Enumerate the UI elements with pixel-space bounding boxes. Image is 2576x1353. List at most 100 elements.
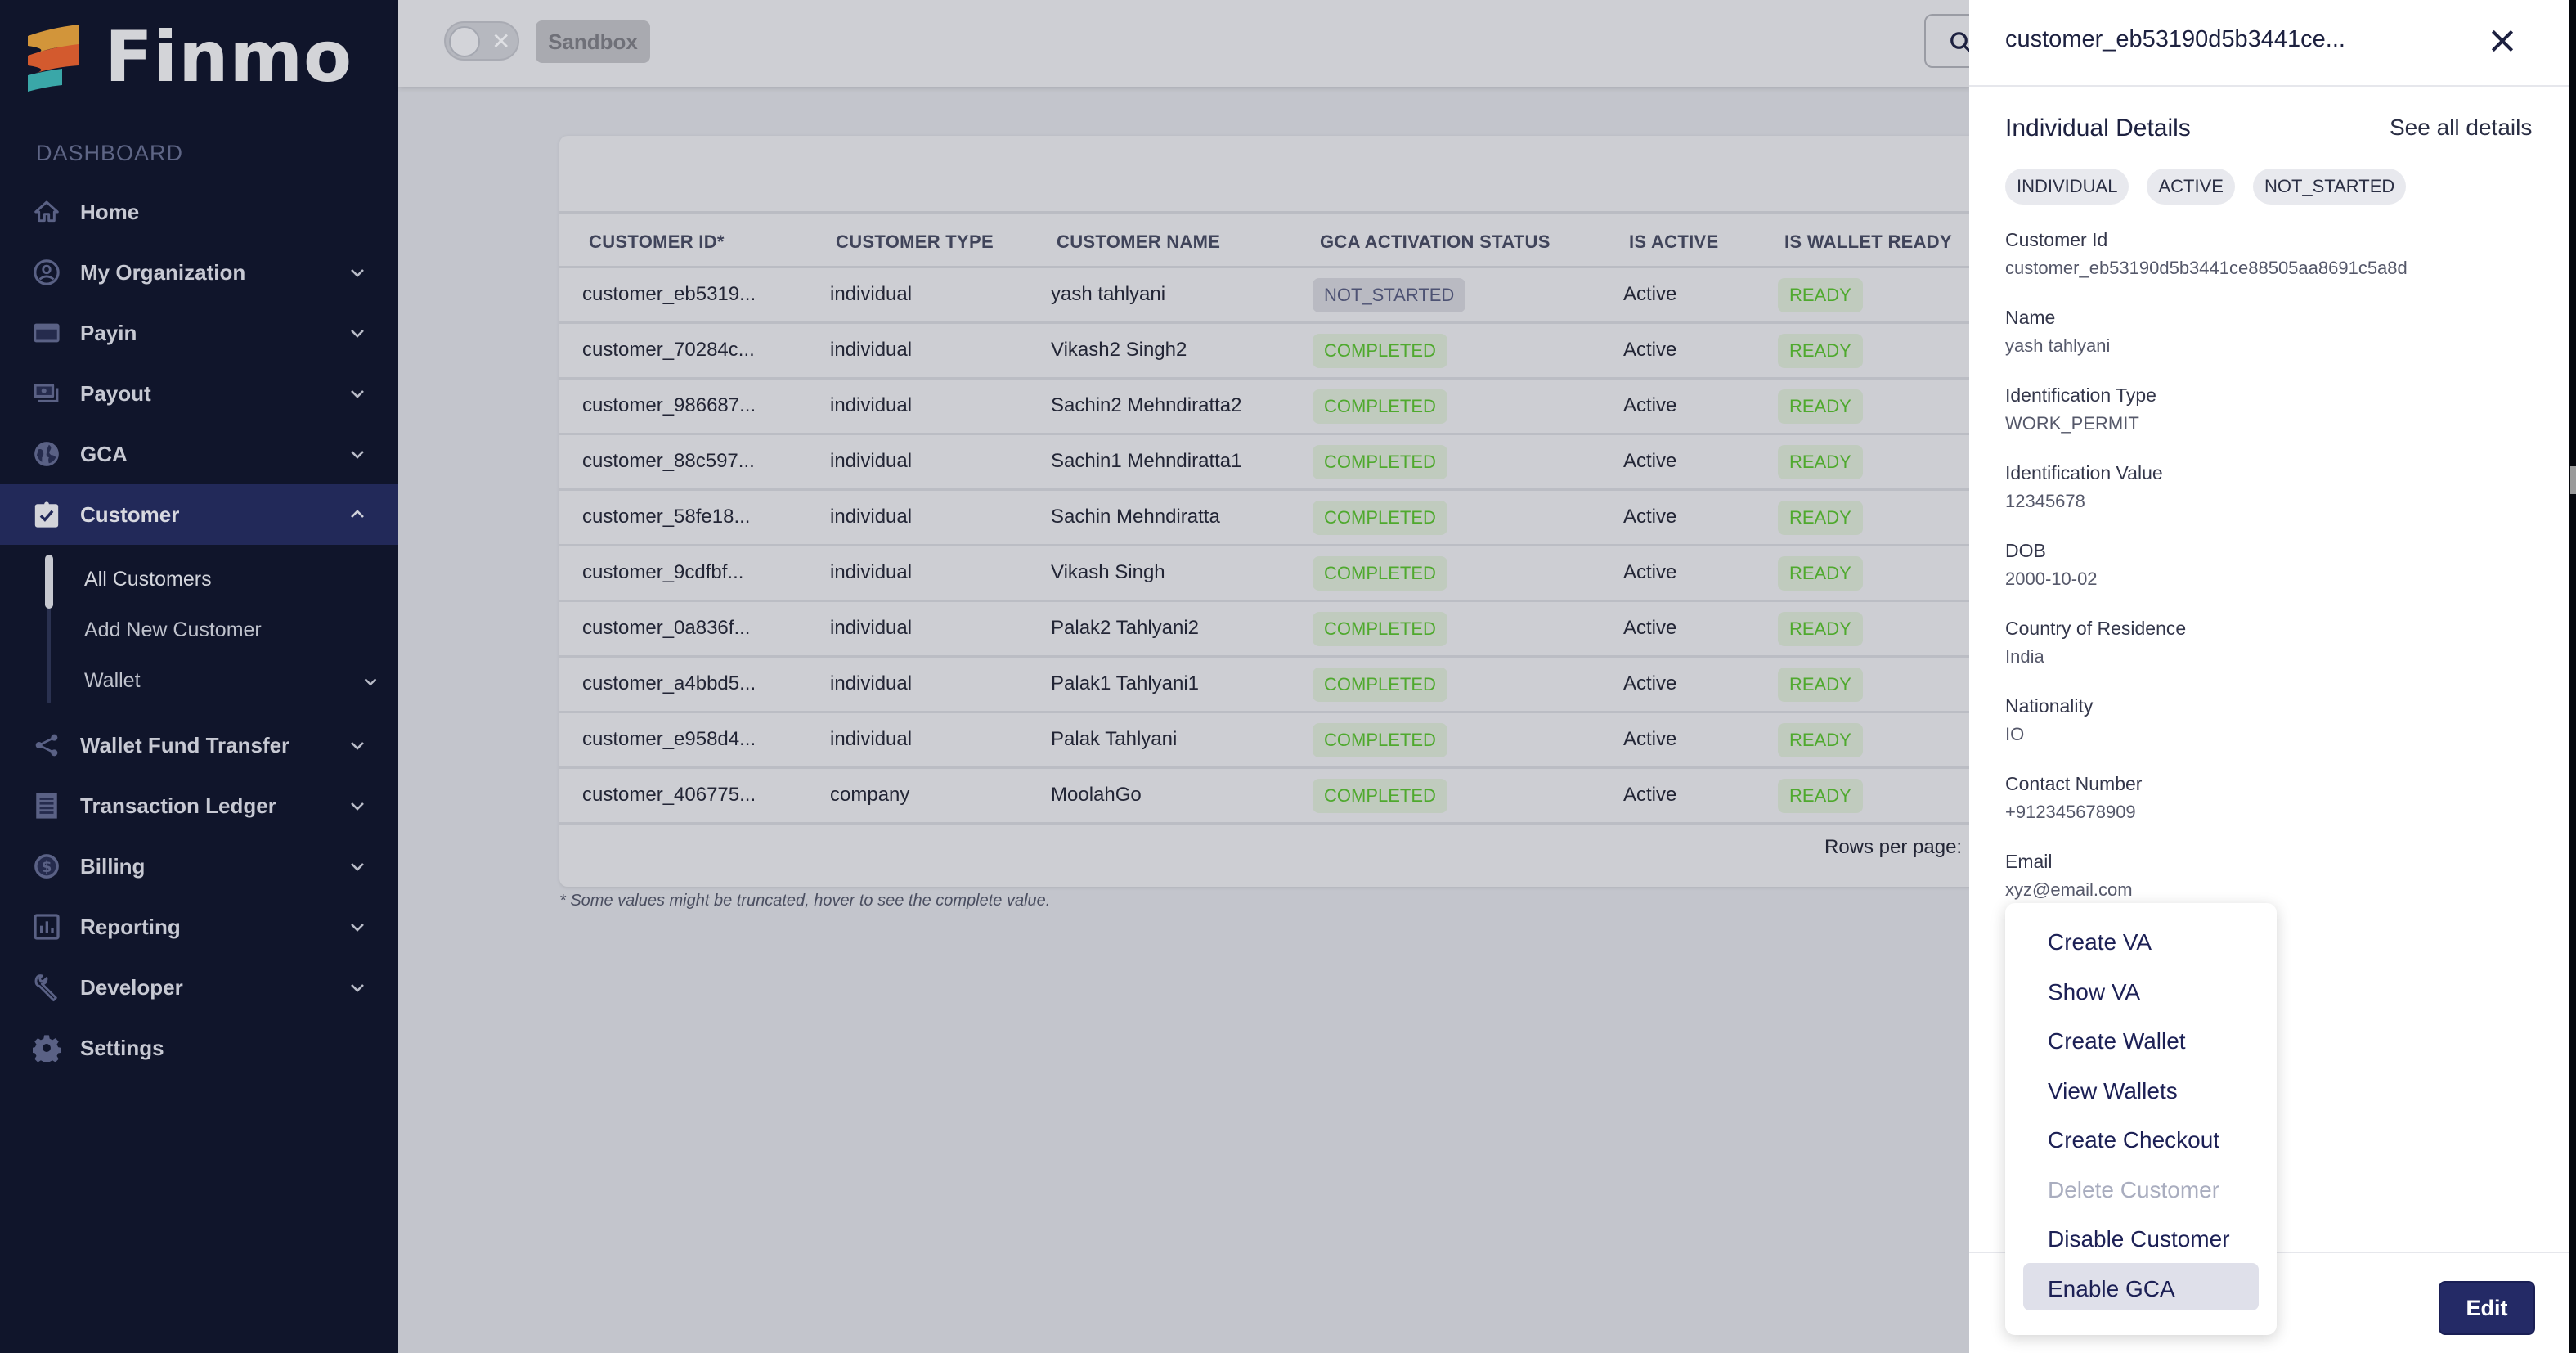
field-label: Contact Number (2005, 773, 2143, 794)
cell-wallet-ready: READY (1778, 779, 1863, 813)
field-label: Identification Type (2005, 384, 2156, 406)
cell-customer-name: yash tahlyani (1051, 283, 1166, 305)
sidebar-item-label: Wallet Fund Transfer (80, 732, 290, 757)
cell-wallet-ready: READY (1778, 445, 1863, 479)
column-header-customer-id[interactable]: CUSTOMER ID* (589, 231, 725, 253)
cell-wallet-ready: READY (1778, 723, 1863, 757)
menu-item-create-checkout[interactable]: Create Checkout (2048, 1127, 2219, 1153)
menu-item-create-va[interactable]: Create VA (2048, 929, 2152, 955)
customer-actions-menu: Create VA Show VA Create Wallet View Wallet… (2005, 903, 2277, 1335)
cell-customer-type: individual (830, 672, 913, 694)
detail-field: Country of Residence India (2005, 618, 2186, 668)
sidebar-subitem-wallet[interactable]: Wallet (84, 669, 141, 693)
field-value: xyz@email.com (2005, 879, 2133, 900)
cell-customer-id: customer_9cdfbf... (582, 561, 744, 583)
column-header-is-wallet-ready[interactable]: IS WALLET READY (1784, 231, 1952, 253)
cell-is-active: Active (1623, 784, 1677, 806)
table-row[interactable]: customer_986687... individual Sachin2 Mehn… (559, 380, 1982, 435)
sidebar-item-gca[interactable]: GCA (0, 424, 398, 484)
main-content: ✕ Sandbox CUSTOMER ID* CUSTOMER TYPE CUS… (398, 0, 1990, 1353)
sidebar-subitem-all-customers[interactable]: All Customers (84, 568, 212, 591)
cell-customer-name: Sachin Mehndiratta (1051, 506, 1220, 528)
table-row[interactable]: customer_a4bbd5... individual Palak1 Tahly… (559, 658, 1982, 713)
sidebar-item-wallet-fund-transfer[interactable]: Wallet Fund Transfer (0, 715, 398, 775)
customer-type-tag: INDIVIDUAL (2005, 169, 2129, 205)
chevron-down-icon (351, 330, 364, 338)
cell-customer-id: customer_986687... (582, 394, 756, 416)
cell-customer-id: customer_e958d4... (582, 728, 756, 750)
field-value: yash tahlyani (2005, 335, 2111, 356)
dollar-circle-icon: $ (33, 852, 61, 880)
detail-field: Contact Number +912345678909 (2005, 773, 2142, 823)
brand-name: Finmo (105, 16, 353, 98)
field-value: WORK_PERMIT (2005, 413, 2139, 434)
chevron-down-icon (351, 924, 364, 932)
chevron-down-icon (364, 678, 377, 686)
sidebar-item-label: Customer (80, 501, 180, 527)
menu-item-enable-gca[interactable]: Enable GCA (2048, 1276, 2175, 1302)
see-all-details-link[interactable]: See all details (2390, 115, 2532, 141)
cell-is-active: Active (1623, 394, 1677, 416)
chevron-down-icon (351, 390, 364, 398)
sidebar-item-reporting[interactable]: Reporting (0, 897, 398, 957)
column-header-customer-name[interactable]: CUSTOMER NAME (1057, 231, 1220, 253)
sidebar-item-my-organization[interactable]: My Organization (0, 242, 398, 303)
menu-item-view-wallets[interactable]: View Wallets (2048, 1078, 2178, 1104)
cell-is-active: Active (1623, 561, 1677, 583)
cell-customer-type: individual (830, 561, 913, 583)
table-row[interactable]: customer_0a836f... individual Palak2 Tahly… (559, 602, 1982, 658)
field-label: Name (2005, 307, 2056, 328)
detail-field: Nationality IO (2005, 695, 2093, 745)
gear-icon (33, 1034, 61, 1062)
sidebar-item-transaction-ledger[interactable]: Transaction Ledger (0, 775, 398, 836)
environment-toggle[interactable]: ✕ (444, 21, 519, 61)
menu-item-show-va[interactable]: Show VA (2048, 979, 2140, 1005)
field-value: 2000-10-02 (2005, 569, 2098, 589)
sidebar-item-customer[interactable]: Customer (0, 484, 398, 545)
cell-gca-status: COMPLETED (1313, 668, 1447, 702)
cell-wallet-ready: READY (1778, 612, 1863, 646)
sidebar-item-developer[interactable]: Developer (0, 957, 398, 1018)
credit-card-icon (33, 319, 61, 347)
table-row[interactable]: customer_eb5319... individual yash tahlyan… (559, 268, 1982, 324)
sidebar-item-payin[interactable]: Payin (0, 303, 398, 363)
scrollbar-thumb[interactable] (2570, 466, 2576, 494)
table-row[interactable]: customer_88c597... individual Sachin1 Mehn… (559, 435, 1982, 491)
cell-customer-name: Palak Tahlyani (1051, 728, 1178, 750)
cell-customer-type: company (830, 784, 910, 806)
close-icon[interactable] (2486, 25, 2519, 57)
edit-button[interactable]: Edit (2439, 1281, 2535, 1335)
finmo-logo[interactable]: Finmo (26, 21, 352, 93)
sidebar-item-billing[interactable]: $ Billing (0, 836, 398, 897)
sidebar-item-home[interactable]: Home (0, 182, 398, 242)
cell-gca-status: COMPLETED (1313, 612, 1447, 646)
sidebar-item-label: Payin (80, 320, 137, 345)
rows-per-page-label: Rows per page: (1824, 836, 1963, 858)
account-circle-icon (33, 258, 61, 286)
column-header-customer-type[interactable]: CUSTOMER TYPE (836, 231, 994, 253)
sidebar-item-payout[interactable]: Payout (0, 363, 398, 424)
sidebar-item-settings[interactable]: Settings (0, 1018, 398, 1078)
cell-customer-type: individual (830, 450, 913, 472)
sidebar-subitem-add-new-customer[interactable]: Add New Customer (84, 618, 262, 642)
cell-customer-name: Vikash Singh (1051, 561, 1165, 583)
column-header-is-active[interactable]: IS ACTIVE (1629, 231, 1718, 253)
table-row[interactable]: customer_58fe18... individual Sachin Mehnd… (559, 491, 1982, 546)
chevron-down-icon (351, 802, 364, 811)
table-row[interactable]: customer_406775... company MoolahGo COMPLET… (559, 769, 1982, 825)
cell-is-active: Active (1623, 506, 1677, 528)
svg-text:$: $ (42, 859, 52, 876)
cell-wallet-ready: READY (1778, 668, 1863, 702)
field-value: +912345678909 (2005, 802, 2136, 822)
column-header-gca-activation-status[interactable]: GCA ACTIVATION STATUS (1320, 231, 1551, 253)
home-icon (33, 198, 61, 226)
menu-item-create-wallet[interactable]: Create Wallet (2048, 1028, 2186, 1054)
detail-field: Name yash tahlyani (2005, 307, 2110, 357)
table-row[interactable]: customer_e958d4... individual Palak Tahlya… (559, 713, 1982, 769)
table-row[interactable]: customer_9cdfbf... individual Vikash Singh… (559, 546, 1982, 602)
cell-customer-type: individual (830, 617, 913, 639)
cell-customer-type: individual (830, 728, 913, 750)
cell-wallet-ready: READY (1778, 334, 1863, 368)
menu-item-disable-customer[interactable]: Disable Customer (2048, 1226, 2230, 1252)
table-row[interactable]: customer_70284c... individual Vikash2 Sing… (559, 324, 1982, 380)
